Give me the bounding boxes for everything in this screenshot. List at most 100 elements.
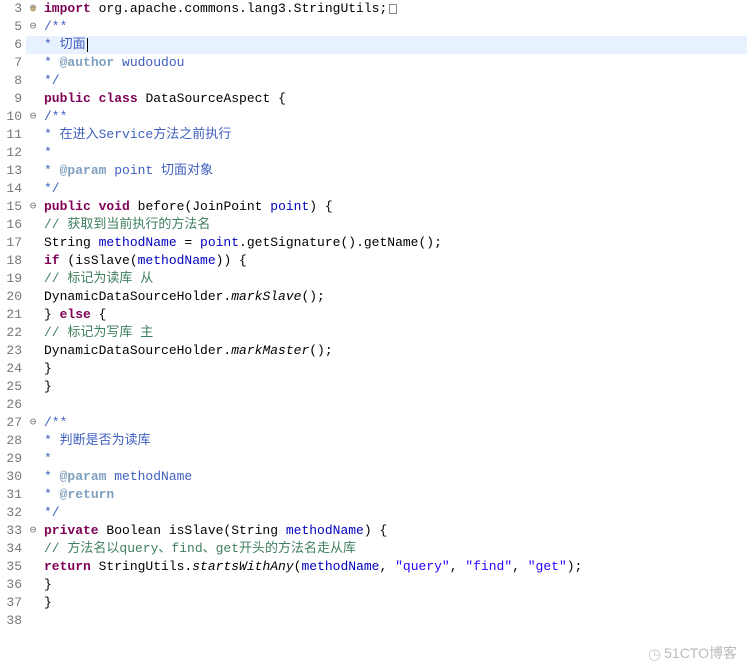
code-line[interactable]: 13 * @param point 切面对象	[0, 162, 747, 180]
fold-marker[interactable]	[26, 360, 40, 378]
collapsed-box-icon[interactable]	[389, 4, 397, 14]
code-line[interactable]: 9 public class DataSourceAspect {	[0, 90, 747, 108]
code-editor[interactable]: 3⊕ ⊕ import org.apache.commons.lang3.Str…	[0, 0, 747, 630]
line-number: 17	[0, 234, 26, 252]
fold-marker[interactable]	[26, 306, 40, 324]
fold-marker[interactable]	[26, 288, 40, 306]
code-content: return StringUtils.startsWithAny(methodN…	[40, 558, 747, 576]
code-content: // 标记为写库 主	[40, 324, 747, 342]
code-line[interactable]: 38	[0, 612, 747, 630]
watermark: ◷51CTO博客	[648, 643, 737, 663]
code-line[interactable]: 35 return StringUtils.startsWithAny(meth…	[0, 558, 747, 576]
code-line[interactable]: 30 * @param methodName	[0, 468, 747, 486]
code-line[interactable]: 8 */	[0, 72, 747, 90]
fold-marker[interactable]: ⊖	[26, 522, 40, 540]
line-number: 29	[0, 450, 26, 468]
code-line[interactable]: 7 * @author wudoudou	[0, 54, 747, 72]
code-line[interactable]: 17 String methodName = point.getSignatur…	[0, 234, 747, 252]
fold-marker[interactable]	[26, 162, 40, 180]
fold-marker[interactable]	[26, 612, 40, 630]
line-number: 26	[0, 396, 26, 414]
code-line[interactable]: 34 // 方法名以query、find、get开头的方法名走从库	[0, 540, 747, 558]
code-line[interactable]: 26	[0, 396, 747, 414]
fold-marker[interactable]	[26, 504, 40, 522]
code-line[interactable]: 10 ⊖ /**	[0, 108, 747, 126]
code-line[interactable]: 29 *	[0, 450, 747, 468]
code-line[interactable]: 24 }	[0, 360, 747, 378]
code-line[interactable]: 12 *	[0, 144, 747, 162]
line-number: 5	[0, 18, 26, 36]
code-line[interactable]: 27 ⊖ /**	[0, 414, 747, 432]
code-line[interactable]: 5 ⊖ /**	[0, 18, 747, 36]
fold-marker[interactable]	[26, 540, 40, 558]
code-line[interactable]: 16 // 获取到当前执行的方法名	[0, 216, 747, 234]
code-line[interactable]: 14 */	[0, 180, 747, 198]
code-content: public class DataSourceAspect {	[40, 90, 747, 108]
fold-marker[interactable]	[26, 180, 40, 198]
fold-marker[interactable]: ⊖	[26, 198, 40, 216]
code-line[interactable]: 36 }	[0, 576, 747, 594]
line-number: 30	[0, 468, 26, 486]
code-line[interactable]: 28 * 判断是否为读库	[0, 432, 747, 450]
code-line[interactable]: 23 DynamicDataSourceHolder.markMaster();	[0, 342, 747, 360]
fold-marker[interactable]	[26, 594, 40, 612]
code-content: /**	[40, 414, 747, 432]
line-number: 21	[0, 306, 26, 324]
code-content: // 方法名以query、find、get开头的方法名走从库	[40, 540, 747, 558]
code-line[interactable]: 25 }	[0, 378, 747, 396]
line-number: 32	[0, 504, 26, 522]
fold-marker[interactable]	[26, 324, 40, 342]
fold-marker[interactable]	[26, 486, 40, 504]
fold-marker[interactable]	[26, 54, 40, 72]
code-line[interactable]: 21 } else {	[0, 306, 747, 324]
fold-marker[interactable]	[26, 450, 40, 468]
fold-marker[interactable]	[26, 432, 40, 450]
line-number: 25	[0, 378, 26, 396]
line-number: 13	[0, 162, 26, 180]
code-line[interactable]: 31 * @return	[0, 486, 747, 504]
code-line-active[interactable]: 6 * 切面	[0, 36, 747, 54]
fold-marker[interactable]	[26, 378, 40, 396]
code-line[interactable]: 20 DynamicDataSourceHolder.markSlave();	[0, 288, 747, 306]
code-line[interactable]: 3⊕ ⊕ import org.apache.commons.lang3.Str…	[0, 0, 747, 18]
code-content: private Boolean isSlave(String methodNam…	[40, 522, 747, 540]
line-number: 24	[0, 360, 26, 378]
code-content: if (isSlave(methodName)) {	[40, 252, 747, 270]
fold-marker[interactable]: ⊖	[26, 414, 40, 432]
line-number: 12	[0, 144, 26, 162]
code-line[interactable]: 22 // 标记为写库 主	[0, 324, 747, 342]
code-line[interactable]: 32 */	[0, 504, 747, 522]
code-line[interactable]: 15 ⊖ public void before(JoinPoint point)…	[0, 198, 747, 216]
line-number: 16	[0, 216, 26, 234]
line-number: 31	[0, 486, 26, 504]
code-line[interactable]: 37 }	[0, 594, 747, 612]
fold-marker[interactable]: ⊖	[26, 108, 40, 126]
import-expand-icon[interactable]: ⊕	[30, 2, 36, 20]
code-content: /**	[40, 108, 747, 126]
fold-marker[interactable]	[26, 468, 40, 486]
line-number: 23	[0, 342, 26, 360]
line-number: 19	[0, 270, 26, 288]
line-number: 6	[0, 36, 26, 54]
fold-marker[interactable]	[26, 144, 40, 162]
fold-marker[interactable]	[26, 72, 40, 90]
fold-marker[interactable]	[26, 558, 40, 576]
code-content: * @return	[40, 486, 747, 504]
code-content: public void before(JoinPoint point) {	[40, 198, 747, 216]
line-number: 37	[0, 594, 26, 612]
fold-marker[interactable]	[26, 342, 40, 360]
code-line[interactable]: 18 if (isSlave(methodName)) {	[0, 252, 747, 270]
code-line[interactable]: 19 // 标记为读库 从	[0, 270, 747, 288]
fold-marker[interactable]	[26, 252, 40, 270]
fold-marker[interactable]: ⊖	[26, 18, 40, 36]
fold-marker[interactable]	[26, 234, 40, 252]
fold-marker[interactable]	[26, 396, 40, 414]
fold-marker[interactable]	[26, 90, 40, 108]
fold-marker[interactable]	[26, 216, 40, 234]
fold-marker[interactable]	[26, 36, 40, 54]
code-line[interactable]: 33 ⊖ private Boolean isSlave(String meth…	[0, 522, 747, 540]
fold-marker[interactable]	[26, 270, 40, 288]
fold-marker[interactable]	[26, 576, 40, 594]
fold-marker[interactable]	[26, 126, 40, 144]
code-line[interactable]: 11 * 在进入Service方法之前执行	[0, 126, 747, 144]
